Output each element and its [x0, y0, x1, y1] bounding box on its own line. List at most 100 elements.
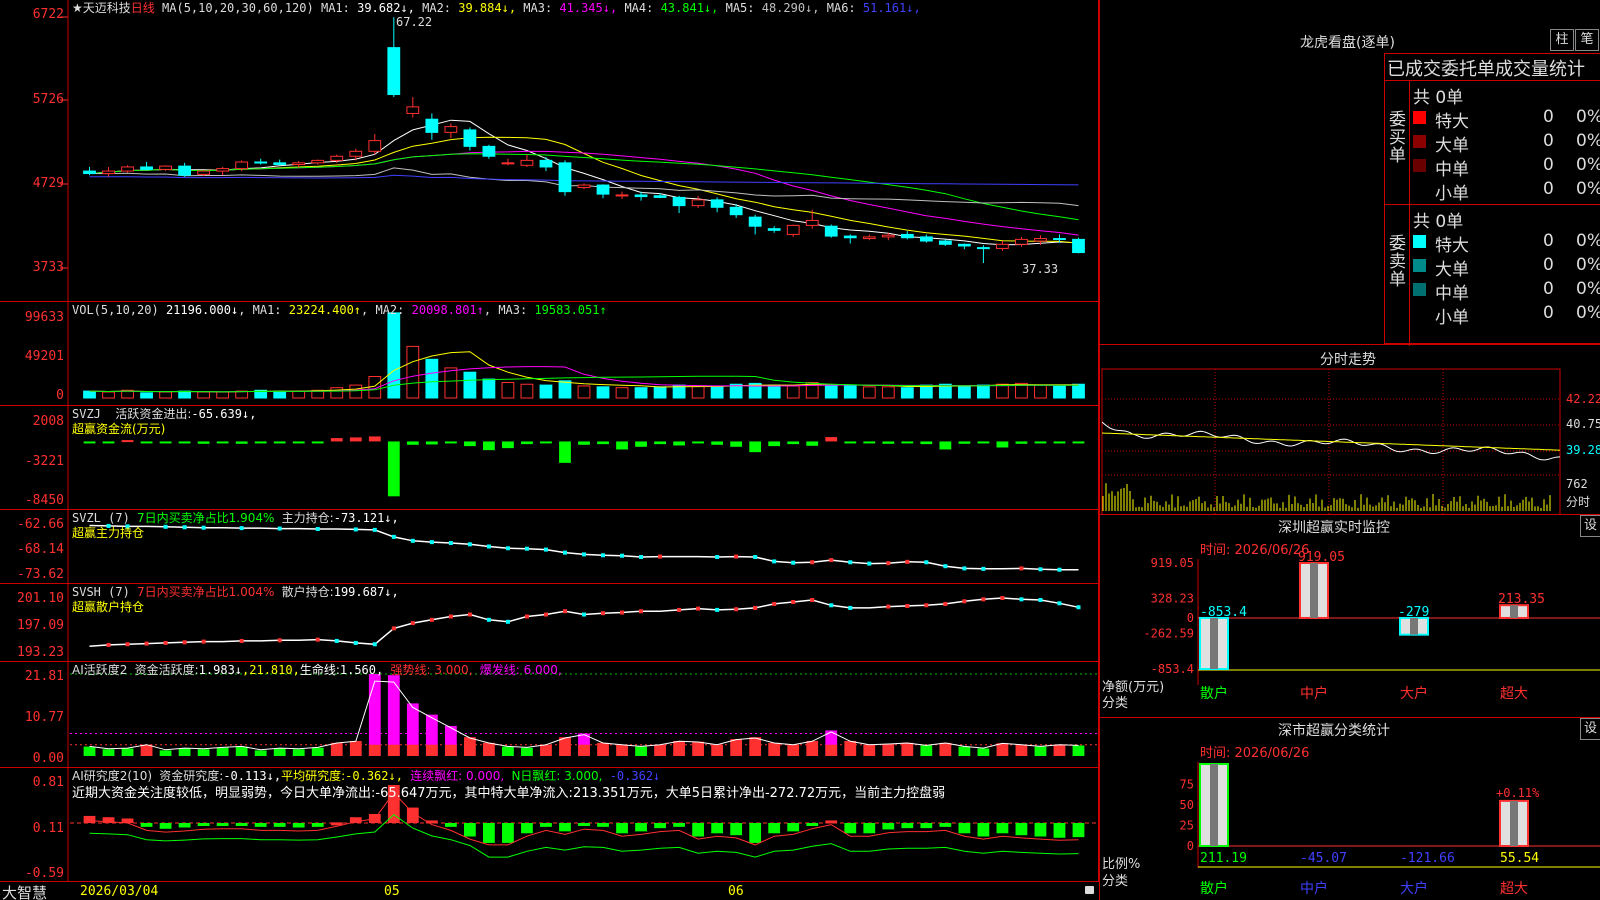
- volume-bar: [786, 385, 800, 399]
- date-tick-start: 2026/03/04: [80, 884, 159, 899]
- volume-bar: [767, 384, 781, 399]
- research-bar: [216, 823, 229, 826]
- activity-bar: [616, 744, 628, 756]
- research-bar: [521, 823, 533, 834]
- price-legend: ★天迈科技日线 MA(5,10,20,30,60,120) MA1: 39.68…: [72, 1, 921, 15]
- candle: [957, 243, 971, 247]
- right-panel: 龙虎看盘(逐单) 柱 笔 已成交委托单成交量统计 委买单 共 0单 特大00%大…: [1099, 0, 1600, 900]
- monitor-axis-label: -853.4: [1151, 662, 1194, 676]
- order-type: 小单: [1435, 184, 1469, 204]
- date-axis[interactable]: 大智慧 2026/03/04 05 06: [0, 881, 1099, 900]
- monitor-category: 大户: [1400, 685, 1428, 702]
- change-marker: [353, 527, 358, 532]
- research-bar: [292, 823, 305, 828]
- research-bar: [559, 823, 571, 832]
- ma-3-value: 41.345↓,: [552, 1, 618, 15]
- svsh-pane[interactable]: SVSH (7) 7日内买卖净占比1.004% 散户持仓:199.687↓, 超…: [0, 583, 1099, 662]
- flow-bar: [387, 441, 400, 497]
- change-marker: [353, 640, 358, 645]
- tick-mode-button[interactable]: 笔: [1575, 29, 1599, 51]
- ma-1-label: MA1:: [320, 1, 350, 15]
- flow-bar: [635, 441, 647, 447]
- activity-bar: [692, 741, 705, 756]
- change-marker: [772, 601, 777, 606]
- change-marker: [791, 560, 796, 565]
- research-bar: [844, 823, 857, 834]
- volume-chart[interactable]: [0, 302, 1099, 406]
- research-bar: [939, 823, 952, 827]
- flow-bar: [197, 441, 210, 444]
- activity-bar: [483, 742, 495, 756]
- change-marker: [201, 639, 206, 644]
- volume-bar: [577, 385, 591, 399]
- candle: [1015, 238, 1028, 245]
- research-bar: [1034, 823, 1047, 837]
- avg-research-line: [89, 813, 1079, 858]
- change-marker: [658, 554, 663, 559]
- flow-bar: [235, 441, 248, 444]
- change-marker: [905, 559, 910, 564]
- svsh-sub: 超赢散户持仓: [72, 600, 145, 614]
- classify-box[interactable]: 深市超赢分类统计 设 时间: 2026/06/26 75 50 25 0 211.19 散…: [1100, 717, 1600, 900]
- activity-bar-base: [368, 744, 381, 756]
- change-marker: [429, 617, 434, 622]
- flow-bar: [939, 441, 952, 450]
- flow-bar: [178, 441, 191, 444]
- change-marker: [715, 607, 720, 612]
- ma-2-label: MA2:: [414, 1, 452, 15]
- change-marker: [848, 560, 853, 565]
- research-bar: [996, 823, 1009, 834]
- low-label: 37.33: [1022, 262, 1059, 276]
- volume-bar: [957, 385, 971, 399]
- svzj-axis: 2008 -3221 -8450: [24, 414, 64, 508]
- volume-pane[interactable]: VOL(5,10,20) 21196.000↓, MA1: 23224.400↑…: [0, 301, 1099, 406]
- ai-active-chart[interactable]: [0, 662, 1099, 768]
- svzj-pane[interactable]: SVZJ 活跃资金进出:-65.639↓, 超赢资金流(万元) 2008 -32…: [0, 405, 1099, 510]
- activity-bar: [463, 737, 476, 756]
- lock-icon[interactable]: [1085, 886, 1094, 894]
- change-marker: [448, 541, 453, 546]
- candle: [1034, 238, 1047, 242]
- monitor-bar-shade: [1310, 563, 1318, 618]
- ma-1-value: 39.682↓,: [349, 1, 415, 15]
- candle: [596, 184, 610, 195]
- ma-6-label: MA6:: [819, 1, 856, 15]
- ai-active-pane[interactable]: AI活跃度2 资金活跃度:1.983↓,21.810,生命线:1.560, 强势…: [0, 661, 1099, 768]
- volume-bar: [406, 345, 420, 399]
- volume-bar: [330, 387, 344, 399]
- change-marker: [924, 603, 929, 608]
- research-bar: [254, 823, 267, 827]
- intraday-chart[interactable]: [1100, 345, 1600, 515]
- bar-mode-button[interactable]: 柱: [1550, 29, 1574, 51]
- change-marker: [715, 555, 720, 560]
- classify-bar-chart[interactable]: 75 50 25 0 211.19 散户 -45.07 中户 -121.66 大户 55.54 超大 +…: [1100, 718, 1600, 900]
- research-bar: [197, 823, 210, 826]
- volume-bar: [653, 386, 667, 399]
- flow-bar: [349, 437, 362, 442]
- monitor-box[interactable]: 深圳超赢实时监控 设 时间: 2026/06/26 919.05 328.23 0-…: [1100, 514, 1600, 717]
- volume-bar: [539, 384, 553, 399]
- candle: [368, 140, 382, 152]
- research-bar: [463, 823, 476, 837]
- order-row: 大单 0 0%: [1413, 131, 1600, 156]
- change-marker: [1057, 567, 1062, 572]
- change-marker: [639, 555, 644, 560]
- ai-research-pane[interactable]: AI研究度2(10) 资金研究度:-0.113↓,平均研究度:-0.362↓, …: [0, 767, 1099, 882]
- ma-values: MA1: 39.682↓, MA2: 39.884↓, MA3: 41.345↓…: [321, 1, 921, 15]
- candle: [558, 162, 572, 193]
- svzl-pane[interactable]: SVZL (7) 7日内买卖净占比1.904% 主力持仓:-73.121↓, 超…: [0, 509, 1099, 584]
- change-marker: [467, 542, 472, 547]
- monitor-bar-chart[interactable]: 919.05 328.23 0 -262.59 -853.4 -853.4 散户 919.05…: [1100, 515, 1600, 718]
- flow-bar: [654, 441, 666, 445]
- period-label[interactable]: 日线: [131, 1, 155, 15]
- flow-bar: [749, 441, 762, 453]
- change-marker: [125, 642, 130, 647]
- change-marker: [182, 525, 187, 530]
- candlestick-chart[interactable]: [0, 0, 1099, 302]
- classify-category: 大户: [1400, 880, 1428, 897]
- change-marker: [582, 612, 586, 617]
- activity-bar: [140, 744, 153, 756]
- price-pane[interactable]: ★天迈科技日线 MA(5,10,20,30,60,120) MA1: 39.68…: [0, 0, 1099, 302]
- candle: [1053, 238, 1066, 241]
- intraday-box[interactable]: 分时走势 42.22 40.75 39.28 762 分时: [1100, 344, 1600, 515]
